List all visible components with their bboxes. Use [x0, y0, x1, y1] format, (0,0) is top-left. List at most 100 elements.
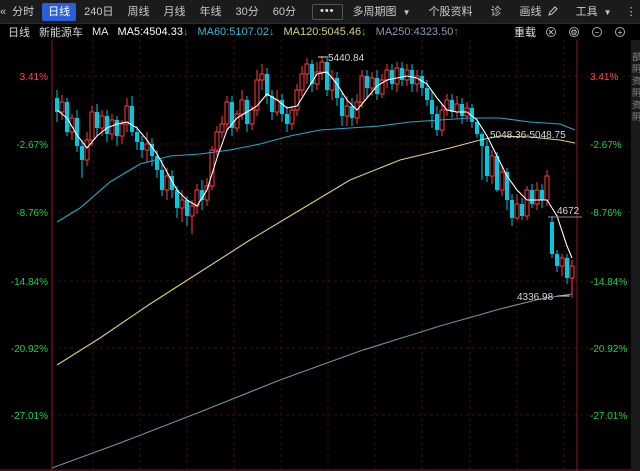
kline-chart[interactable]: 3.41% 3.41% -2.67% -2.67% -8.76% -8.76% -14.84… [0, 40, 631, 471]
candle-body [304, 63, 310, 75]
period-tab-5[interactable]: 年线 [193, 3, 227, 21]
infobar-controls: 重载 ✕ ⚙ − + [514, 24, 634, 40]
candle-body [430, 100, 434, 114]
candle-body [534, 189, 540, 205]
draw-line-button[interactable]: 画线 [514, 3, 564, 21]
candle-body [89, 111, 95, 141]
side-panel-text: 阴 [632, 112, 640, 122]
plus-icon[interactable]: + [615, 27, 625, 37]
ma5-line [56, 71, 573, 259]
stock-info-button[interactable]: 个股资料 [423, 3, 479, 21]
minus-icon[interactable]: − [592, 27, 602, 37]
candle-body [80, 146, 84, 160]
candle-body [55, 98, 59, 112]
settings-icon[interactable]: ⚙ [569, 27, 579, 37]
candle-body [350, 106, 354, 118]
tools-button[interactable]: 工具 ▼ [570, 3, 618, 21]
candle-body [234, 113, 240, 129]
period-tab-4[interactable]: 月线 [157, 3, 191, 21]
toolbar: « 分时 日线 240日 周线 月线 年线 30分 60分 ••• 多周期图 ▼ 个股资料 诊… [0, 0, 640, 24]
candle-body [155, 156, 159, 170]
candle-body [365, 76, 369, 88]
candle-body [185, 200, 189, 216]
candle-body [214, 131, 220, 151]
candle-body [384, 69, 390, 81]
period-label: 日线 [8, 27, 30, 39]
candle-body [289, 109, 295, 125]
candle-body [105, 116, 109, 134]
candle-body [164, 175, 170, 191]
candle-body [390, 70, 394, 84]
candle-body [514, 203, 520, 219]
candle-body [540, 190, 544, 200]
axis-label-right: 3.41% [590, 72, 618, 83]
more-button[interactable]: ••• [311, 3, 343, 20]
period-tab-1[interactable]: 日线 [42, 2, 77, 21]
candle-body [555, 254, 559, 266]
axis-label-left: -8.76% [16, 208, 48, 219]
period-tab-0[interactable]: 分时 [6, 3, 40, 21]
candle-body [99, 115, 105, 129]
ma5-value: MA5:4504.33↓ [117, 26, 189, 38]
candle-body [495, 156, 499, 190]
candle-body [135, 132, 139, 142]
period-tabs: 分时 日线 240日 周线 月线 年线 30分 60分 [6, 2, 304, 21]
candle-body [285, 114, 289, 124]
arrow-down-icon: ↓ [361, 26, 367, 38]
axis-label-left: -14.84% [11, 277, 48, 288]
candle-body [369, 77, 375, 89]
axis-label-right: -20.92% [590, 344, 627, 355]
candle-body [510, 200, 514, 218]
candle-body [219, 123, 225, 133]
multi-period-button[interactable]: 多周期图 ▼ [347, 3, 417, 21]
axis-label-right: -8.76% [590, 208, 622, 219]
annotation-4672: 4672 [557, 206, 580, 217]
candle-body [84, 139, 90, 161]
candle-body [265, 74, 269, 96]
candle-body [394, 67, 400, 85]
candle-body [425, 88, 429, 100]
tools-label: 工具 [575, 5, 598, 18]
candle-body [359, 75, 365, 103]
axis-label-right: -14.84% [590, 277, 627, 288]
candle-body [475, 122, 479, 134]
candle-body [325, 62, 329, 90]
ma250-value: MA250:4323.50↑ [375, 26, 459, 38]
candle-body [565, 258, 569, 278]
candle-body [435, 114, 439, 130]
arrow-up-icon: ↑ [453, 26, 459, 38]
ma250-line [51, 293, 573, 469]
candle-body [119, 123, 125, 137]
pencil-icon [547, 5, 558, 16]
period-tab-2[interactable]: 240日 [78, 3, 119, 21]
candle-body [115, 120, 119, 136]
weight-button[interactable]: 重载 [514, 24, 536, 40]
candle-body [175, 190, 179, 208]
candle-body [559, 257, 565, 267]
candle-body [344, 105, 350, 117]
candle-body [404, 69, 410, 81]
candle-body [335, 78, 339, 98]
candle-body [485, 146, 489, 176]
period-tab-6[interactable]: 30分 [229, 3, 264, 21]
candle-body [144, 143, 150, 151]
candle-body [400, 68, 404, 80]
ma-label[interactable]: MA [92, 26, 109, 38]
candle-body [179, 199, 185, 209]
candle-body [520, 204, 524, 216]
grid-icon[interactable]: ⋮⋮ [626, 3, 640, 21]
axis-label-right: -2.67% [590, 140, 622, 151]
candle-body [140, 142, 144, 150]
diagnose-button[interactable]: 诊 [485, 3, 508, 21]
candle-body [489, 155, 495, 177]
candle-body [224, 101, 230, 125]
candle-body [189, 205, 195, 217]
period-tab-7[interactable]: 60分 [267, 3, 302, 21]
close-icon[interactable]: ✕ [546, 27, 556, 37]
candle-body [239, 99, 245, 115]
axis-label-right: -27.01% [590, 411, 627, 422]
period-tab-3[interactable]: 周线 [121, 3, 155, 21]
candle-body [530, 190, 534, 204]
axis-label-left: -27.01% [11, 411, 48, 422]
candle-body [59, 101, 65, 113]
